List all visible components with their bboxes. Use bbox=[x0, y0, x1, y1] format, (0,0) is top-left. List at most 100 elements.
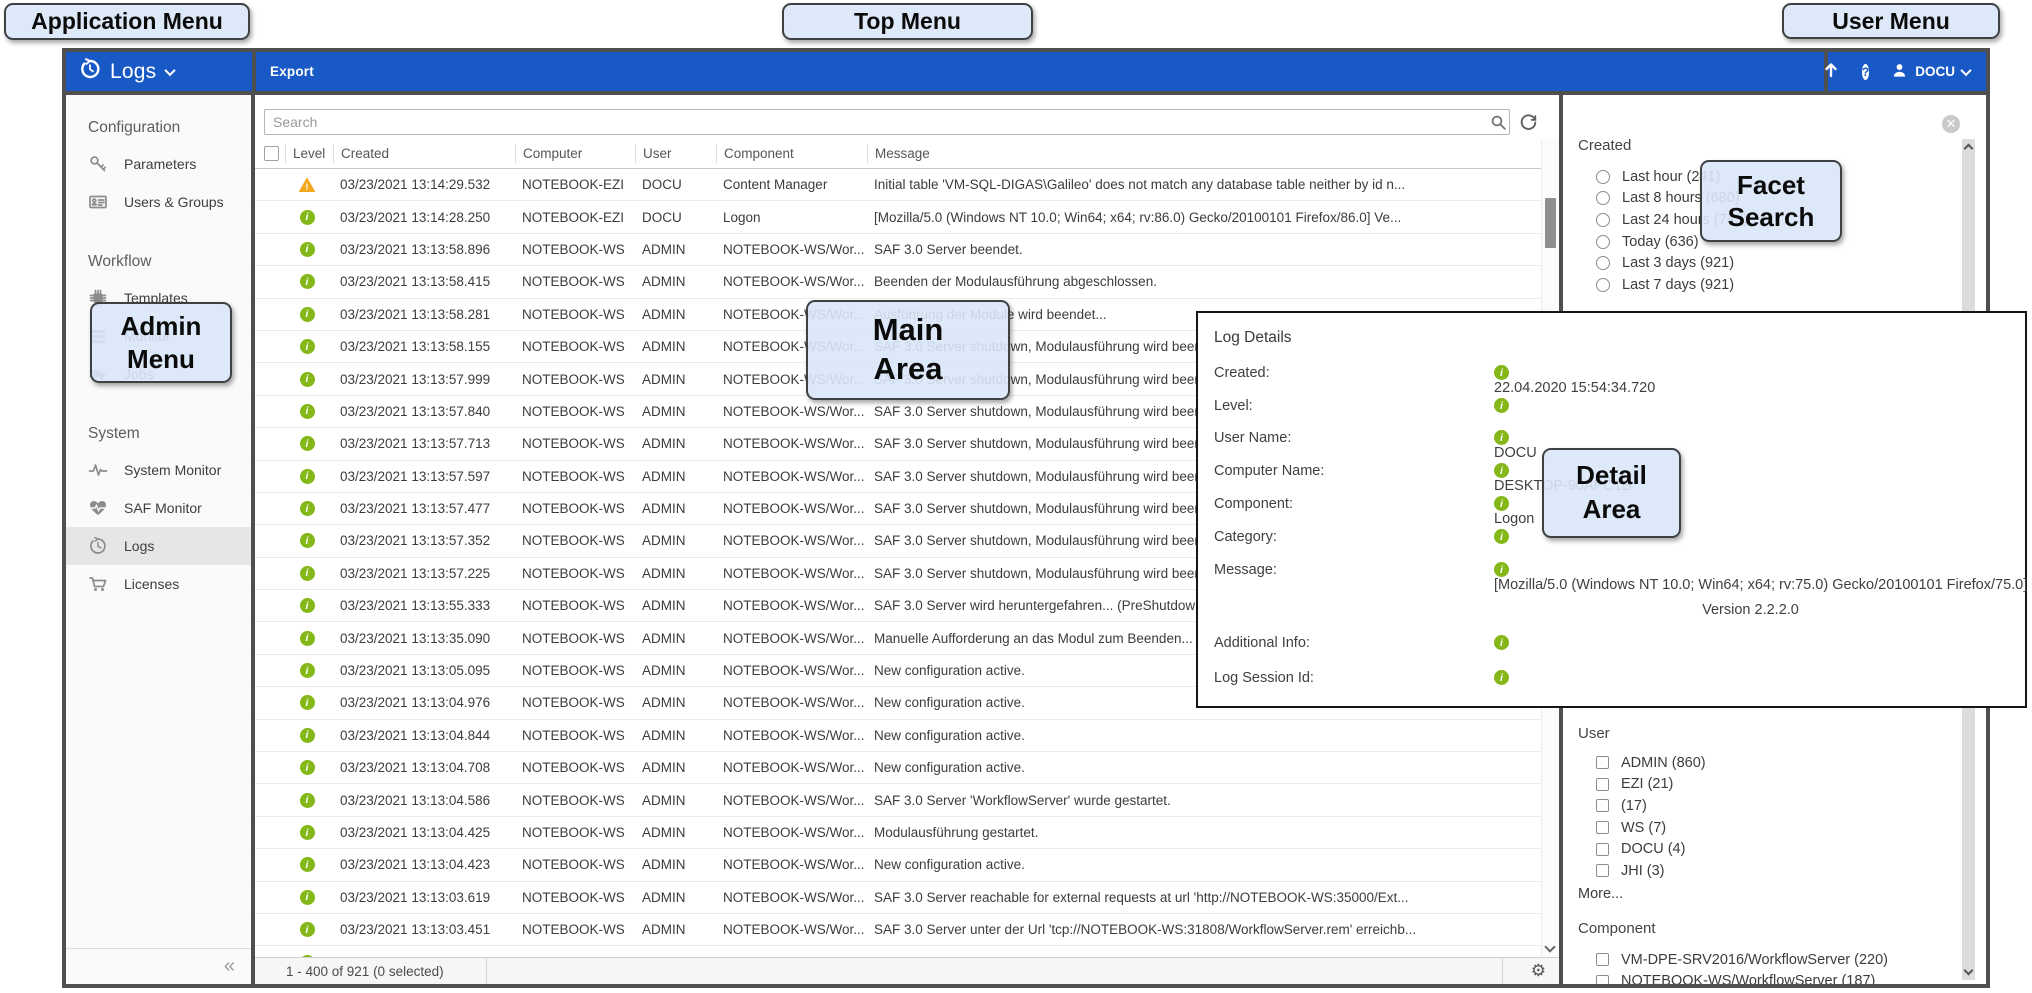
checkbox-icon[interactable] bbox=[1596, 953, 1609, 966]
checkbox-icon[interactable] bbox=[1596, 975, 1609, 984]
user-cell: ADMIN bbox=[635, 890, 716, 905]
radio-icon[interactable] bbox=[1596, 256, 1610, 270]
user-menu-bar: ? DOCU bbox=[1828, 52, 1986, 91]
column-header-component[interactable]: Component bbox=[716, 144, 867, 164]
created-cell: 03/23/2021 13:13:57.352 bbox=[333, 533, 515, 548]
column-header-created[interactable]: Created bbox=[333, 144, 515, 164]
log-detail-label: Category: bbox=[1214, 529, 1277, 545]
radio-icon[interactable] bbox=[1596, 235, 1610, 249]
help-icon[interactable]: ? bbox=[1862, 64, 1869, 80]
log-detail-value: i bbox=[1494, 670, 2007, 685]
facet-option[interactable]: Last 3 days (921) bbox=[1596, 252, 1946, 274]
facet-option[interactable]: NOTEBOOK-WS/WorkflowServer (187) bbox=[1596, 971, 1946, 984]
created-cell: 03/23/2021 13:13:35.090 bbox=[333, 631, 515, 646]
table-row[interactable]: i 03/23/2021 13:13:04.586 NOTEBOOK-WS AD… bbox=[255, 784, 1541, 816]
refresh-icon[interactable] bbox=[1517, 111, 1539, 133]
heart-pulse-icon bbox=[88, 498, 108, 518]
table-row[interactable]: i 03/23/2021 13:13:58.415 NOTEBOOK-WS AD… bbox=[255, 266, 1541, 298]
facet-more-link[interactable]: More... bbox=[1578, 886, 1623, 902]
user-cell: ADMIN bbox=[635, 469, 716, 484]
facet-option[interactable]: EZI (21) bbox=[1596, 774, 1946, 796]
export-menu-item[interactable]: Export bbox=[270, 64, 314, 79]
radio-icon[interactable] bbox=[1596, 170, 1610, 184]
table-row[interactable]: i 03/23/2021 13:13:58.896 NOTEBOOK-WS AD… bbox=[255, 234, 1541, 266]
level-icon: i bbox=[300, 404, 315, 419]
level-cell: i bbox=[255, 663, 333, 678]
table-row[interactable]: i 03/23/2021 13:13:04.425 NOTEBOOK-WS AD… bbox=[255, 817, 1541, 849]
sidebar-item-logs[interactable]: Logs bbox=[66, 527, 251, 565]
title-bar: Logs Export ? bbox=[66, 52, 1986, 95]
sidebar-item-licenses[interactable]: Licenses bbox=[66, 565, 251, 603]
facet-option[interactable]: Last 7 days (921) bbox=[1596, 274, 1946, 296]
table-row[interactable]: i 03/23/2021 13:13:04.708 NOTEBOOK-WS AD… bbox=[255, 752, 1541, 784]
facet-option[interactable]: WS (7) bbox=[1596, 817, 1946, 839]
scrollbar-thumb[interactable] bbox=[1545, 198, 1556, 248]
sidebar-item-system-monitor[interactable]: System Monitor bbox=[66, 451, 251, 489]
level-icon: i bbox=[300, 210, 315, 225]
sidebar-item-saf-monitor[interactable]: SAF Monitor bbox=[66, 489, 251, 527]
checkbox-icon[interactable] bbox=[1596, 778, 1609, 791]
facet-option[interactable]: (17) bbox=[1596, 795, 1946, 817]
component-cell: Content Manager bbox=[716, 177, 867, 192]
search-input[interactable] bbox=[265, 114, 1487, 130]
upload-arrow-icon[interactable] bbox=[1822, 60, 1840, 83]
radio-icon[interactable] bbox=[1596, 191, 1610, 205]
checkbox-icon[interactable] bbox=[1596, 843, 1609, 856]
gear-icon[interactable]: ⚙ bbox=[1531, 958, 1546, 984]
checkbox-icon[interactable] bbox=[1596, 821, 1609, 834]
table-row[interactable]: i 03/23/2021 13:13:04.844 NOTEBOOK-WS AD… bbox=[255, 720, 1541, 752]
facet-component-list: VM-DPE-SRV2016/WorkflowServer (220) NOTE… bbox=[1596, 949, 1946, 984]
radio-icon[interactable] bbox=[1596, 278, 1610, 292]
log-detail-field: Created: i 22.04.2020 15:54:34.720 bbox=[1198, 365, 2017, 387]
facet-option[interactable]: VM-DPE-SRV2016/WorkflowServer (220) bbox=[1596, 949, 1946, 971]
table-row[interactable]: i 03/23/2021 13:13:03.451 NOTEBOOK-WS AD… bbox=[255, 914, 1541, 946]
facet-option-label: WS (7) bbox=[1621, 820, 1666, 836]
pulse-icon bbox=[88, 460, 108, 480]
facet-option[interactable]: JHI (3) bbox=[1596, 860, 1946, 882]
table-row[interactable]: i 03/23/2021 13:13:03.619 NOTEBOOK-WS AD… bbox=[255, 882, 1541, 914]
select-all-checkbox[interactable] bbox=[264, 146, 279, 161]
log-detail-label: Created: bbox=[1214, 365, 1270, 381]
application-menu-button[interactable]: Logs bbox=[66, 52, 252, 91]
column-header-message[interactable]: Message bbox=[867, 144, 1541, 164]
checkbox-icon[interactable] bbox=[1596, 864, 1609, 877]
close-icon[interactable]: ✕ bbox=[1942, 115, 1960, 133]
table-row[interactable]: ! 03/23/2021 13:14:29.532 NOTEBOOK-EZI D… bbox=[255, 169, 1541, 201]
scrollbar-down-arrow[interactable] bbox=[1964, 966, 1974, 976]
checkbox-icon[interactable] bbox=[1596, 799, 1609, 812]
sidebar-item-users-groups[interactable]: Users & Groups bbox=[66, 183, 251, 221]
created-cell: 03/23/2021 13:13:57.477 bbox=[333, 501, 515, 516]
user-menu-button[interactable]: DOCU bbox=[1891, 62, 1970, 82]
scrollbar-down-arrow[interactable] bbox=[1544, 941, 1555, 952]
column-header-level[interactable]: Level bbox=[285, 144, 333, 164]
level-icon: i bbox=[300, 760, 315, 775]
table-row[interactable]: i 03/23/2021 13:13:04.423 NOTEBOOK-WS AD… bbox=[255, 849, 1541, 881]
table-row[interactable]: i 03/23/2021 13:14:28.250 NOTEBOOK-EZI D… bbox=[255, 201, 1541, 233]
table-row[interactable]: i 03/23/2021 13:13:01.322 NOTEBOOK-WS AD… bbox=[255, 946, 1541, 957]
computer-cell: NOTEBOOK-WS bbox=[515, 793, 635, 808]
scrollbar-up-arrow[interactable] bbox=[1964, 144, 1974, 154]
facet-option[interactable]: DOCU (4) bbox=[1596, 838, 1946, 860]
level-cell: i bbox=[255, 436, 333, 451]
radio-icon[interactable] bbox=[1596, 213, 1610, 227]
computer-cell: NOTEBOOK-WS bbox=[515, 339, 635, 354]
facet-option[interactable]: ADMIN (860) bbox=[1596, 752, 1946, 774]
component-cell: NOTEBOOK-WS/Wor... bbox=[716, 533, 867, 548]
user-cell: ADMIN bbox=[635, 663, 716, 678]
sidebar-item-parameters[interactable]: Parameters bbox=[66, 145, 251, 183]
facet-option-label: EZI (21) bbox=[1621, 776, 1673, 792]
info-icon: i bbox=[1494, 398, 1509, 413]
log-detail-label: Message: bbox=[1214, 562, 1277, 578]
created-cell: 03/23/2021 13:13:03.451 bbox=[333, 922, 515, 937]
column-header-user[interactable]: User bbox=[635, 144, 716, 164]
level-icon: i bbox=[300, 339, 315, 354]
facet-option-label: ADMIN (860) bbox=[1621, 755, 1706, 771]
search-icon[interactable] bbox=[1487, 114, 1509, 131]
user-cell: ADMIN bbox=[635, 533, 716, 548]
facet-option-label: Today (636) bbox=[1622, 234, 1699, 250]
component-cell: NOTEBOOK-WS/Wor... bbox=[716, 436, 867, 451]
collapse-sidebar-button[interactable]: « bbox=[224, 955, 235, 978]
created-cell: 03/23/2021 13:13:58.155 bbox=[333, 339, 515, 354]
column-header-computer[interactable]: Computer bbox=[515, 144, 635, 164]
checkbox-icon[interactable] bbox=[1596, 756, 1609, 769]
